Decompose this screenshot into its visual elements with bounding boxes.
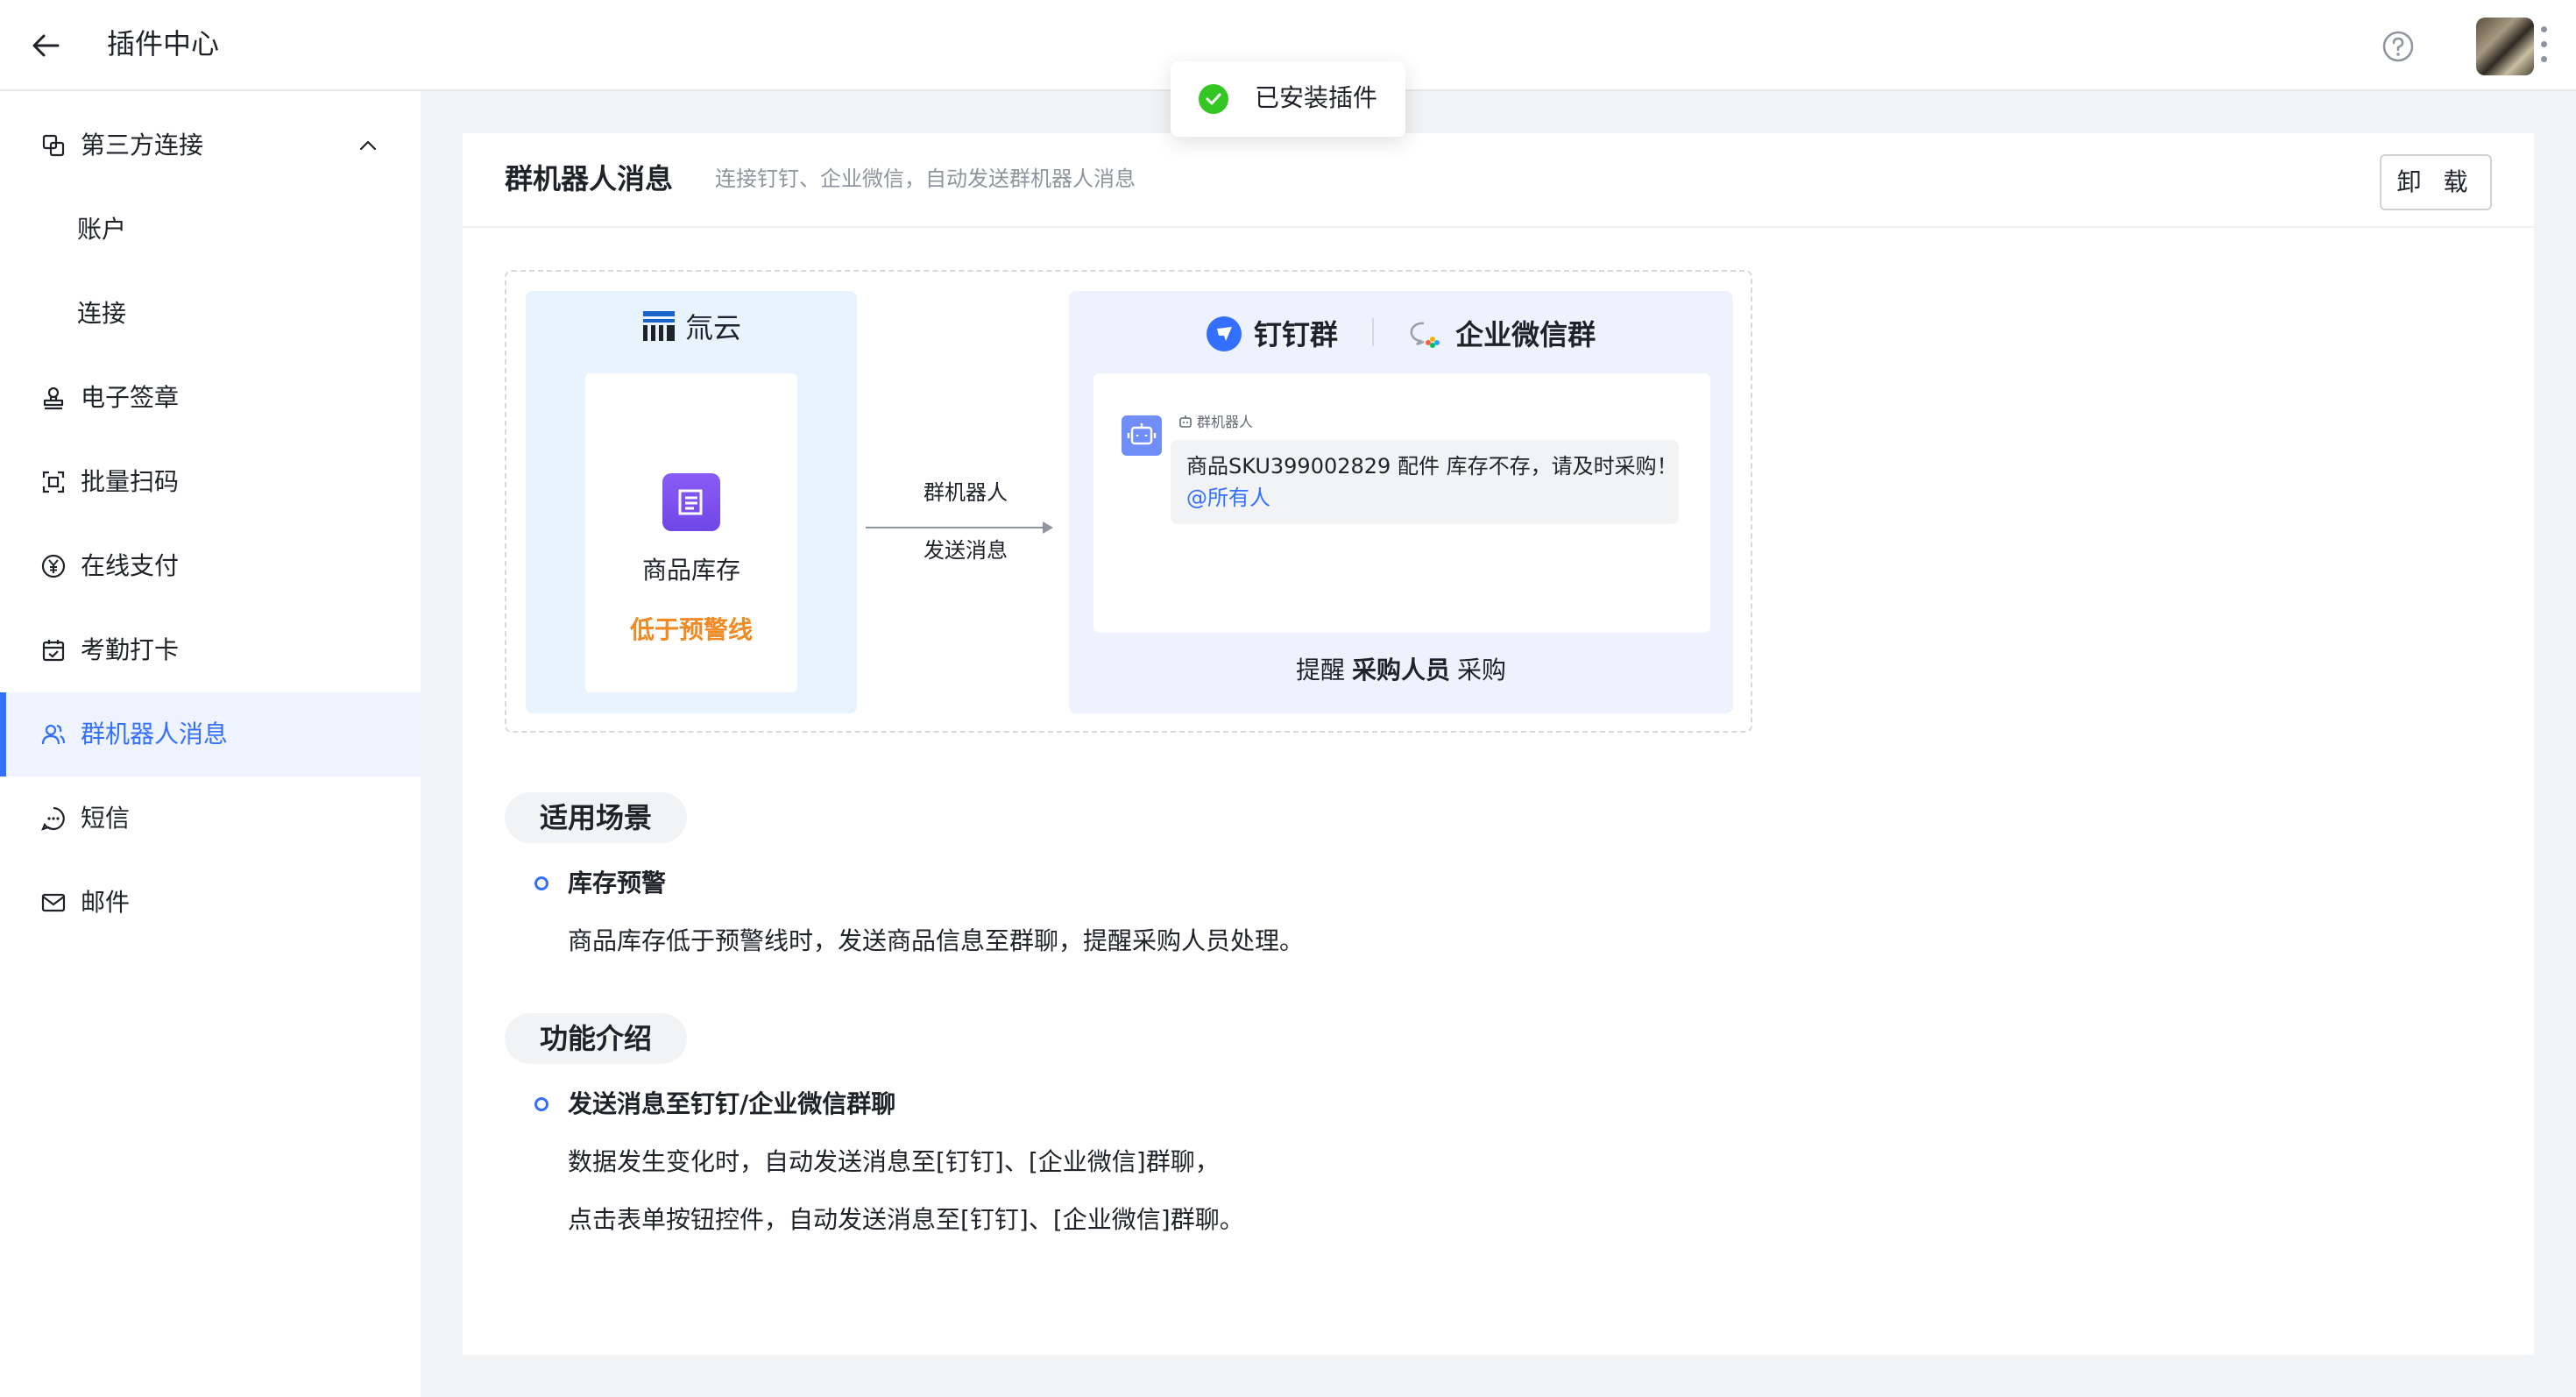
- sidebar-item-online-payment[interactable]: 在线支付: [0, 524, 421, 608]
- sidebar-item-e-signature[interactable]: 电子签章: [0, 356, 421, 440]
- sidebar: 第三方连接 账户 连接 电子签章 批量扫码 在线支付 考勤打卡 群机器人消息 短…: [0, 91, 421, 1397]
- sidebar-item-label: 账户: [77, 215, 127, 244]
- features-section-title: 功能介绍: [505, 1013, 688, 1064]
- sidebar-item-account[interactable]: 账户: [0, 188, 421, 272]
- wecom-group-label: 企业微信群: [1455, 318, 1596, 351]
- calendar-check-icon: [42, 640, 65, 662]
- scan-icon: [42, 471, 65, 493]
- stamp-icon: [43, 386, 64, 410]
- sidebar-item-label: 批量扫码: [81, 467, 180, 496]
- sidebar-item-connection[interactable]: 连接: [0, 272, 421, 356]
- scenario-item-body: 商品库存低于预警线时，发送商品信息至群聊，提醒采购人员处理。: [568, 926, 1305, 955]
- bullet-icon: [534, 876, 548, 890]
- plugin-header: 群机器人消息 连接钉钉、企业微信，自动发送群机器人消息 卸 载: [463, 133, 2534, 228]
- flow-arrow-head: [1043, 521, 1053, 534]
- h3yun-logo-icon: [642, 311, 675, 341]
- features-line-1: 数据发生变化时，自动发送消息至[钉钉]、[企业微信]群聊，: [568, 1147, 1220, 1176]
- plugin-title: 群机器人消息: [505, 162, 674, 195]
- users-icon: [41, 724, 66, 745]
- link-icon: [42, 134, 65, 157]
- sidebar-item-group-bot[interactable]: 群机器人消息: [0, 692, 421, 777]
- source-condition-label: 低于预警线: [629, 615, 753, 644]
- features-line-2: 点击表单按钮控件，自动发送消息至[钉钉]、[企业微信]群聊。: [568, 1205, 1244, 1234]
- sidebar-item-attendance[interactable]: 考勤打卡: [0, 608, 421, 692]
- sidebar-item-label: 群机器人消息: [81, 720, 229, 748]
- sidebar-group-label: 第三方连接: [81, 131, 204, 160]
- bot-name: 群机器人: [1178, 412, 1253, 433]
- sidebar-group-third-party[interactable]: 第三方连接: [0, 103, 421, 188]
- chat-preview: 群机器人 商品SKU399002829 配件 库存不存，请及时采购！ @所有人: [1093, 373, 1710, 633]
- sidebar-item-label: 电子签章: [81, 383, 180, 412]
- page-title: 插件中心: [107, 27, 220, 60]
- user-avatar[interactable]: [2476, 18, 2534, 75]
- workflow-diagram: 氚云 商品库存 低于预警线 群机器人 发送消息 钉钉群 企业微信群 群机器人 商…: [505, 270, 1752, 733]
- inventory-icon: [662, 473, 720, 531]
- remind-role: 采购人员: [1351, 656, 1450, 684]
- yuan-coin-icon: [41, 554, 66, 578]
- wecom-icon: [1410, 322, 1440, 348]
- sidebar-item-label: 短信: [81, 804, 131, 833]
- plugin-detail-card: 群机器人消息 连接钉钉、企业微信，自动发送群机器人消息 卸 载 氚云 商品库存 …: [463, 133, 2534, 1355]
- back-arrow-icon[interactable]: [25, 25, 67, 67]
- toast-notification: 已安装插件: [1171, 61, 1405, 137]
- dingtalk-icon: [1206, 316, 1242, 351]
- more-menu-icon[interactable]: [2539, 26, 2550, 70]
- message-mention: @所有人: [1186, 486, 1270, 510]
- remind-line: 提醒 采购人员 采购: [1069, 652, 1733, 689]
- destination-header: 钉钉群 企业微信群: [1069, 310, 1733, 356]
- arrow-label-line1: 群机器人: [924, 480, 1008, 505]
- message-bubble: 商品SKU399002829 配件 库存不存，请及时采购！ @所有人: [1171, 440, 1679, 524]
- source-panel: 氚云 商品库存 低于预警线: [526, 291, 857, 713]
- remind-action: 采购: [1457, 656, 1507, 684]
- sidebar-item-email[interactable]: 邮件: [0, 861, 421, 945]
- sidebar-item-label: 在线支付: [81, 551, 180, 580]
- scenario-item-title: 库存预警: [568, 869, 667, 897]
- sidebar-item-batch-scan[interactable]: 批量扫码: [0, 440, 421, 524]
- robot-icon: [1179, 415, 1192, 428]
- divider: [1372, 318, 1374, 346]
- source-item-card: 商品库存 低于预警线: [585, 373, 797, 692]
- source-item-label: 商品库存: [641, 556, 740, 585]
- features-item-title: 发送消息至钉钉/企业微信群聊: [568, 1089, 896, 1118]
- mail-icon: [41, 893, 66, 912]
- chat-bubble-icon: [41, 806, 65, 831]
- scenario-section-title: 适用场景: [505, 792, 688, 843]
- sidebar-item-sms[interactable]: 短信: [0, 777, 421, 861]
- toast-text: 已安装插件: [1255, 83, 1378, 112]
- uninstall-button[interactable]: 卸 载: [2380, 154, 2492, 210]
- source-brand: 氚云: [526, 307, 857, 349]
- sidebar-item-label: 邮件: [81, 888, 131, 917]
- destination-panel: 钉钉群 企业微信群 群机器人 商品SKU399002829 配件 库存不存，请及…: [1069, 291, 1733, 713]
- arrow-label-line2: 发送消息: [924, 538, 1008, 563]
- bot-name-label: 群机器人: [1197, 414, 1254, 430]
- sidebar-item-label: 考勤打卡: [81, 635, 180, 664]
- bullet-icon: [534, 1097, 548, 1111]
- source-brand-label: 氚云: [684, 311, 741, 344]
- remind-prefix: 提醒: [1295, 656, 1345, 684]
- help-icon[interactable]: [2381, 30, 2415, 63]
- plugin-description: 连接钉钉、企业微信，自动发送群机器人消息: [715, 167, 1136, 191]
- chevron-up-icon[interactable]: [356, 133, 380, 158]
- success-check-icon: [1199, 84, 1228, 114]
- flow-arrow: [866, 527, 1048, 528]
- bot-avatar-icon: [1122, 415, 1162, 456]
- sidebar-item-label: 连接: [77, 299, 127, 328]
- message-text: 商品SKU399002829 配件 库存不存，请及时采购！: [1186, 454, 1678, 479]
- dingtalk-group-label: 钉钉群: [1253, 318, 1338, 351]
